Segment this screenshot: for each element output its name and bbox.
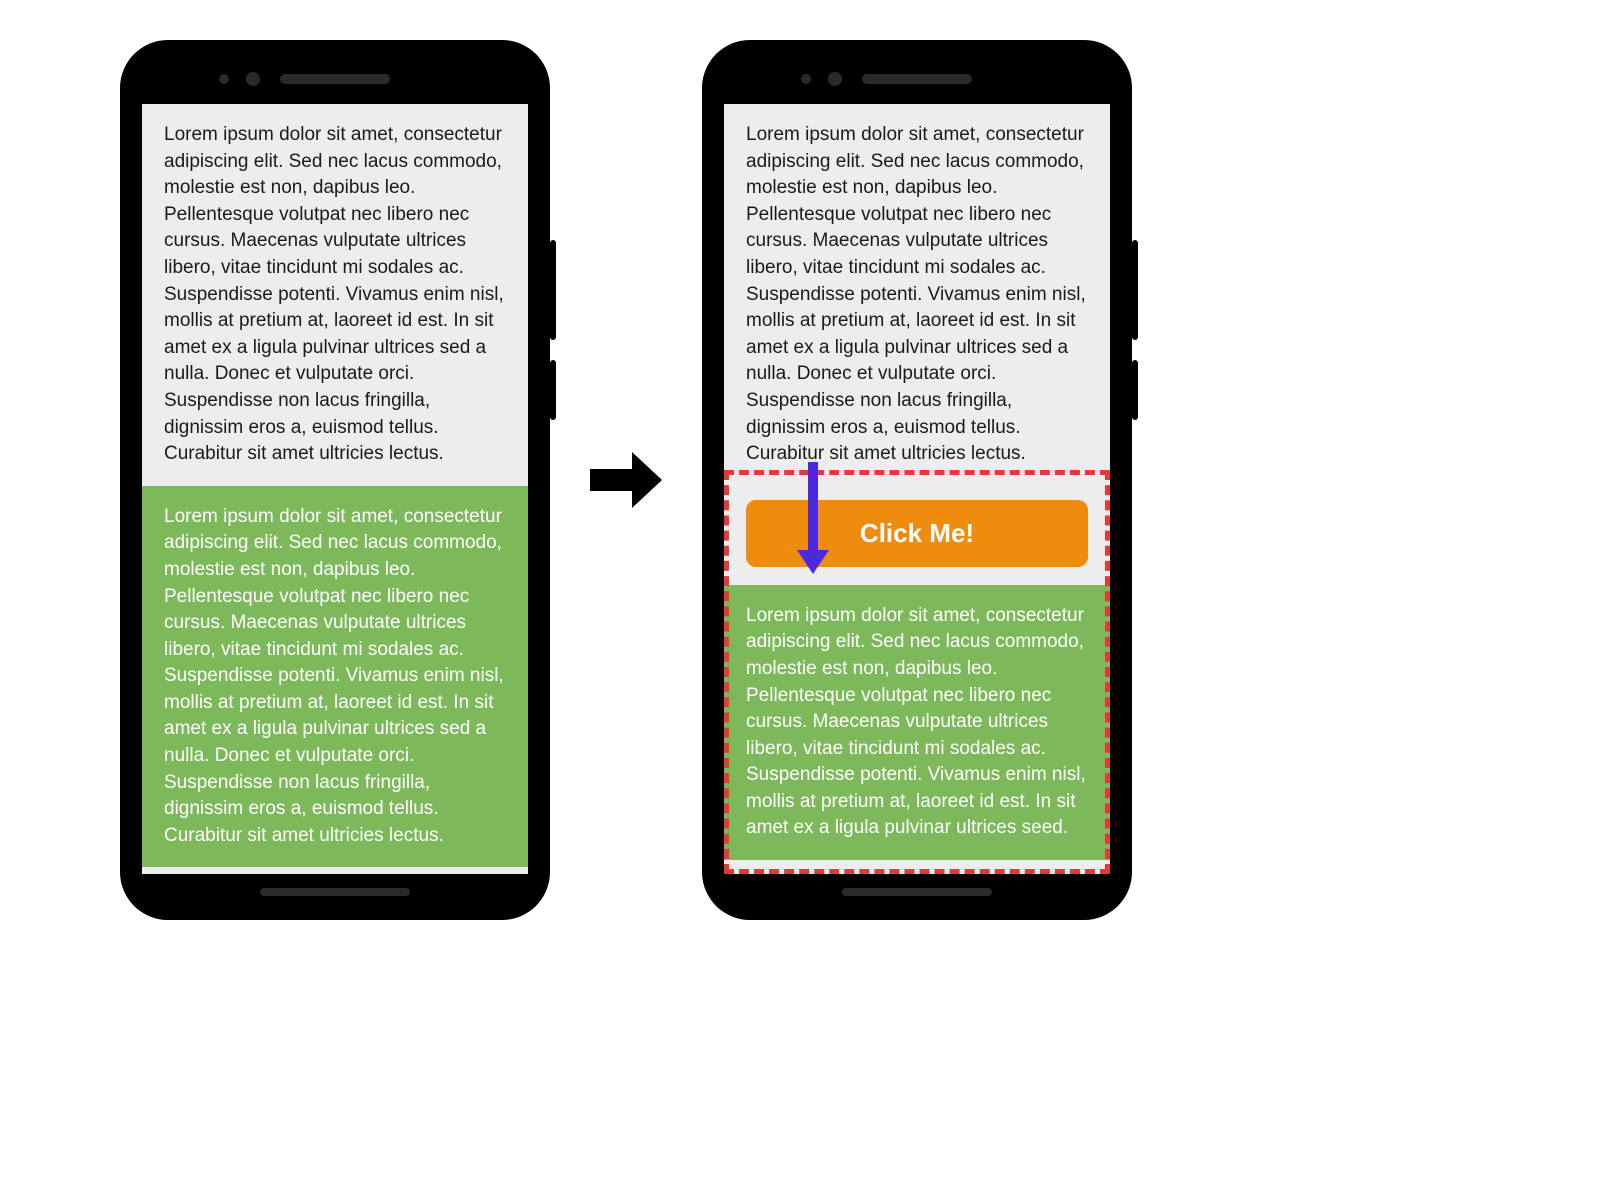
text-block-bottom-shifted: Lorem ipsum dolor sit amet, consectetur …: [724, 585, 1110, 860]
screen-after[interactable]: Lorem ipsum dolor sit amet, consectetur …: [724, 104, 1110, 874]
phone-top-bar: [134, 54, 536, 104]
phone-inner: Lorem ipsum dolor sit amet, consectetur …: [716, 54, 1118, 906]
phone-before: Lorem ipsum dolor sit amet, consectetur …: [120, 40, 550, 920]
side-button: [1132, 240, 1138, 340]
camera-icon: [828, 72, 842, 86]
text-block-bottom: Lorem ipsum dolor sit amet, consectetur …: [142, 486, 528, 868]
phone-after: Lorem ipsum dolor sit amet, consectetur …: [702, 40, 1132, 920]
phone-inner: Lorem ipsum dolor sit amet, consectetur …: [134, 54, 536, 906]
camera-icon: [246, 72, 260, 86]
sensor-icon: [801, 74, 811, 84]
layout-shift-diagram: Lorem ipsum dolor sit amet, consectetur …: [120, 40, 1132, 920]
sensor-icon: [219, 74, 229, 84]
arrow-down-icon: [808, 462, 829, 574]
side-button: [1132, 360, 1138, 420]
home-bar-icon: [842, 888, 992, 896]
arrow-right-icon: [590, 452, 662, 508]
side-button: [550, 240, 556, 340]
earpiece-icon: [280, 74, 390, 84]
home-bar-icon: [260, 888, 410, 896]
screen-before[interactable]: Lorem ipsum dolor sit amet, consectetur …: [142, 104, 528, 874]
side-button: [550, 360, 556, 420]
phone-top-bar: [716, 54, 1118, 104]
text-block-top: Lorem ipsum dolor sit amet, consectetur …: [142, 104, 528, 486]
text-block-top: Lorem ipsum dolor sit amet, consectetur …: [724, 104, 1110, 486]
earpiece-icon: [862, 74, 972, 84]
